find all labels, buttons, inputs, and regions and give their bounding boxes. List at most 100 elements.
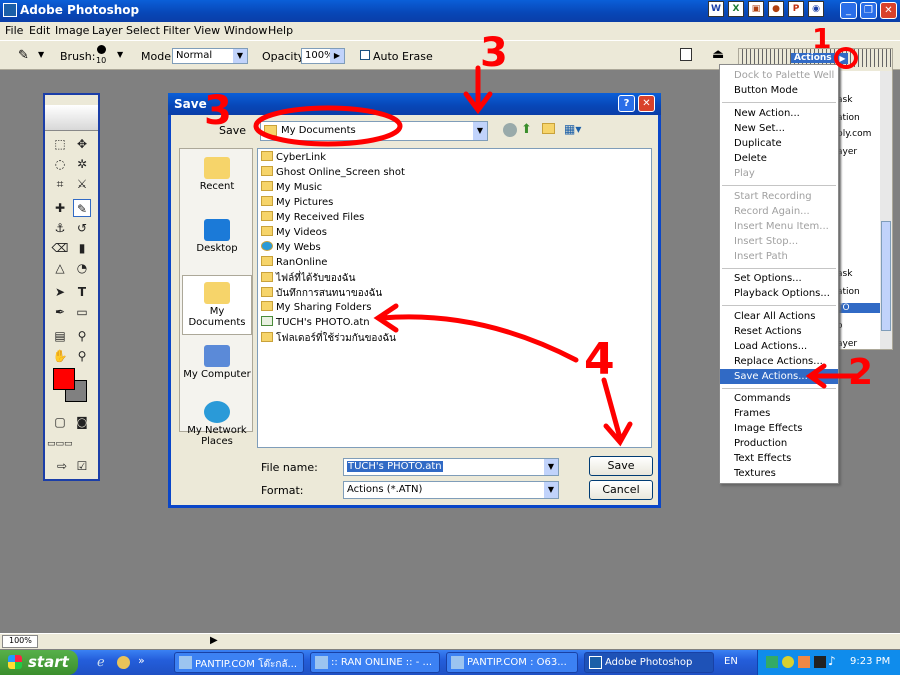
blur-tool-icon[interactable]: △	[51, 259, 69, 277]
place-my-computer[interactable]: My Computer	[182, 339, 252, 397]
stamp-icon[interactable]: ⏏	[712, 47, 724, 62]
menu-image[interactable]: Image	[55, 24, 89, 37]
menu-view[interactable]: View	[194, 24, 220, 37]
start-button[interactable]: start	[0, 650, 78, 675]
restore-button[interactable]: ❐	[860, 2, 877, 19]
taskbar-item[interactable]: PANTIP.COM โต๊ะกลั...	[174, 652, 304, 673]
list-item[interactable]: My Webs	[261, 241, 321, 256]
menu-item-text-effects[interactable]: Text Effects	[734, 453, 791, 464]
menu-help[interactable]: Help	[268, 24, 293, 37]
place-my-documents[interactable]: My Documents	[182, 275, 252, 335]
list-item[interactable]: My Received Files	[261, 211, 364, 226]
powerpoint-icon[interactable]: P	[788, 1, 804, 17]
jump-to-imageready-icon[interactable]: ⇨	[53, 457, 71, 475]
marquee-tool-icon[interactable]: ⬚	[51, 135, 69, 153]
save-in-select[interactable]: My Documents ▼	[260, 121, 488, 141]
quick-mask-off-icon[interactable]: ▢	[51, 413, 69, 431]
app-icon[interactable]: ▣	[748, 1, 764, 17]
imageready-icon[interactable]: ☑	[73, 457, 91, 475]
brush-preview-icon[interactable]	[97, 45, 106, 54]
menu-item-save-actions[interactable]: Save Actions...	[734, 371, 808, 382]
status-arrow-icon[interactable]: ▶	[210, 635, 218, 646]
menu-item-production[interactable]: Production	[734, 438, 787, 449]
menu-file[interactable]: File	[5, 24, 23, 37]
menu-layer[interactable]: Layer	[92, 24, 123, 37]
show-more-icon[interactable]: »	[138, 654, 145, 667]
menu-item-set-options[interactable]: Set Options...	[734, 273, 802, 284]
new-folder-icon[interactable]	[542, 123, 555, 134]
dropdown-arrow-icon[interactable]: ▼	[117, 50, 123, 59]
auto-erase-checkbox[interactable]	[360, 50, 370, 60]
menu-item-button-mode[interactable]: Button Mode	[734, 85, 798, 96]
taskbar-item[interactable]: PANTIP.COM : O63...	[446, 652, 578, 673]
cancel-button[interactable]: Cancel	[589, 480, 653, 500]
shape-tool-icon[interactable]: ▭	[73, 303, 91, 321]
menu-edit[interactable]: Edit	[29, 24, 50, 37]
minimize-button[interactable]: _	[840, 2, 857, 19]
screen-mode-icon[interactable]: ▭▭▭	[47, 435, 73, 453]
type-tool-icon[interactable]: T	[73, 283, 91, 301]
app-icon[interactable]: ●	[768, 1, 784, 17]
menu-item-commands[interactable]: Commands	[734, 393, 791, 404]
hand-tool-icon[interactable]: ✋	[51, 347, 69, 365]
crop-tool-icon[interactable]: ⌗	[51, 175, 69, 193]
menu-item-duplicate[interactable]: Duplicate	[734, 138, 782, 149]
app-icon[interactable]: ◉	[808, 1, 824, 17]
scroll-thumb[interactable]	[881, 221, 891, 331]
mode-select[interactable]: Normal ▼	[172, 48, 248, 64]
menu-item-insert-path[interactable]: Insert Path	[734, 251, 788, 262]
list-item[interactable]: Ghost Online_Screen shot	[261, 166, 405, 181]
notes-tool-icon[interactable]: ▤	[51, 327, 69, 345]
list-item[interactable]: TUCH's PHOTO.atn	[261, 316, 370, 331]
magic-wand-icon[interactable]: ✲	[73, 155, 91, 173]
list-item[interactable]: My Pictures	[261, 196, 333, 211]
menu-item-replace-actions[interactable]: Replace Actions...	[734, 356, 823, 367]
menu-item-frames[interactable]: Frames	[734, 408, 770, 419]
list-item[interactable]: My Videos	[261, 226, 327, 241]
gradient-tool-icon[interactable]: ▮	[73, 239, 91, 257]
palette-scrollbar[interactable]	[880, 71, 892, 349]
lasso-tool-icon[interactable]: ◌	[51, 155, 69, 173]
format-select[interactable]: Actions (*.ATN) ▼	[343, 481, 559, 499]
up-folder-icon[interactable]: ⬆	[521, 122, 532, 137]
quicklaunch-icon[interactable]	[117, 656, 130, 669]
dodge-tool-icon[interactable]: ◔	[73, 259, 91, 277]
palette-menu-arrow-icon[interactable]: ▶	[837, 53, 848, 64]
tray-icon[interactable]	[782, 656, 794, 668]
list-item[interactable]: My Sharing Folders	[261, 301, 371, 316]
menu-item-new-action[interactable]: New Action...	[734, 108, 800, 119]
save-button[interactable]: Save	[589, 456, 653, 476]
dialog-close-button[interactable]: ✕	[638, 95, 655, 112]
excel-icon[interactable]: X	[728, 1, 744, 17]
healing-brush-icon[interactable]: ✚	[51, 199, 69, 217]
history-brush-icon[interactable]: ↺	[73, 219, 91, 237]
brush-tool-icon[interactable]: ✎	[18, 48, 29, 63]
ie-icon[interactable]: ℯ	[97, 655, 105, 670]
menu-item-textures[interactable]: Textures	[734, 468, 776, 479]
word-icon[interactable]: W	[708, 1, 724, 17]
taskbar-item[interactable]: :: RAN ONLINE :: - ...	[310, 652, 440, 673]
pen-tool-icon[interactable]: ✒	[51, 303, 69, 321]
eraser-tool-icon[interactable]: ⌫	[51, 239, 69, 257]
back-icon[interactable]	[503, 123, 517, 137]
list-item[interactable]: ไฟล์ที่ได้รับของฉัน	[261, 271, 355, 286]
menu-item-new-set[interactable]: New Set...	[734, 123, 785, 134]
move-tool-icon[interactable]: ✥	[73, 135, 91, 153]
zoom-tool-icon[interactable]: ⚲	[73, 347, 91, 365]
place-recent[interactable]: Recent	[182, 151, 252, 209]
brush-tool-icon[interactable]: ✎	[73, 199, 91, 217]
close-button[interactable]: ✕	[880, 2, 897, 19]
tray-icon[interactable]	[798, 656, 810, 668]
list-item[interactable]: My Music	[261, 181, 322, 196]
menu-item-record-again[interactable]: Record Again...	[734, 206, 810, 217]
tray-icon[interactable]	[766, 656, 778, 668]
tray-icon[interactable]	[814, 656, 826, 668]
quick-mask-on-icon[interactable]: ◙	[73, 413, 91, 431]
slice-tool-icon[interactable]: ⚔	[73, 175, 91, 193]
file-browser-icon[interactable]	[680, 48, 692, 61]
menu-filter[interactable]: Filter	[163, 24, 190, 37]
menu-item-clear-all-actions[interactable]: Clear All Actions	[734, 311, 815, 322]
list-item[interactable]: บันทึกการสนทนาของฉัน	[261, 286, 382, 301]
menu-item-insert-menu-item[interactable]: Insert Menu Item...	[734, 221, 829, 232]
menu-item-image-effects[interactable]: Image Effects	[734, 423, 803, 434]
